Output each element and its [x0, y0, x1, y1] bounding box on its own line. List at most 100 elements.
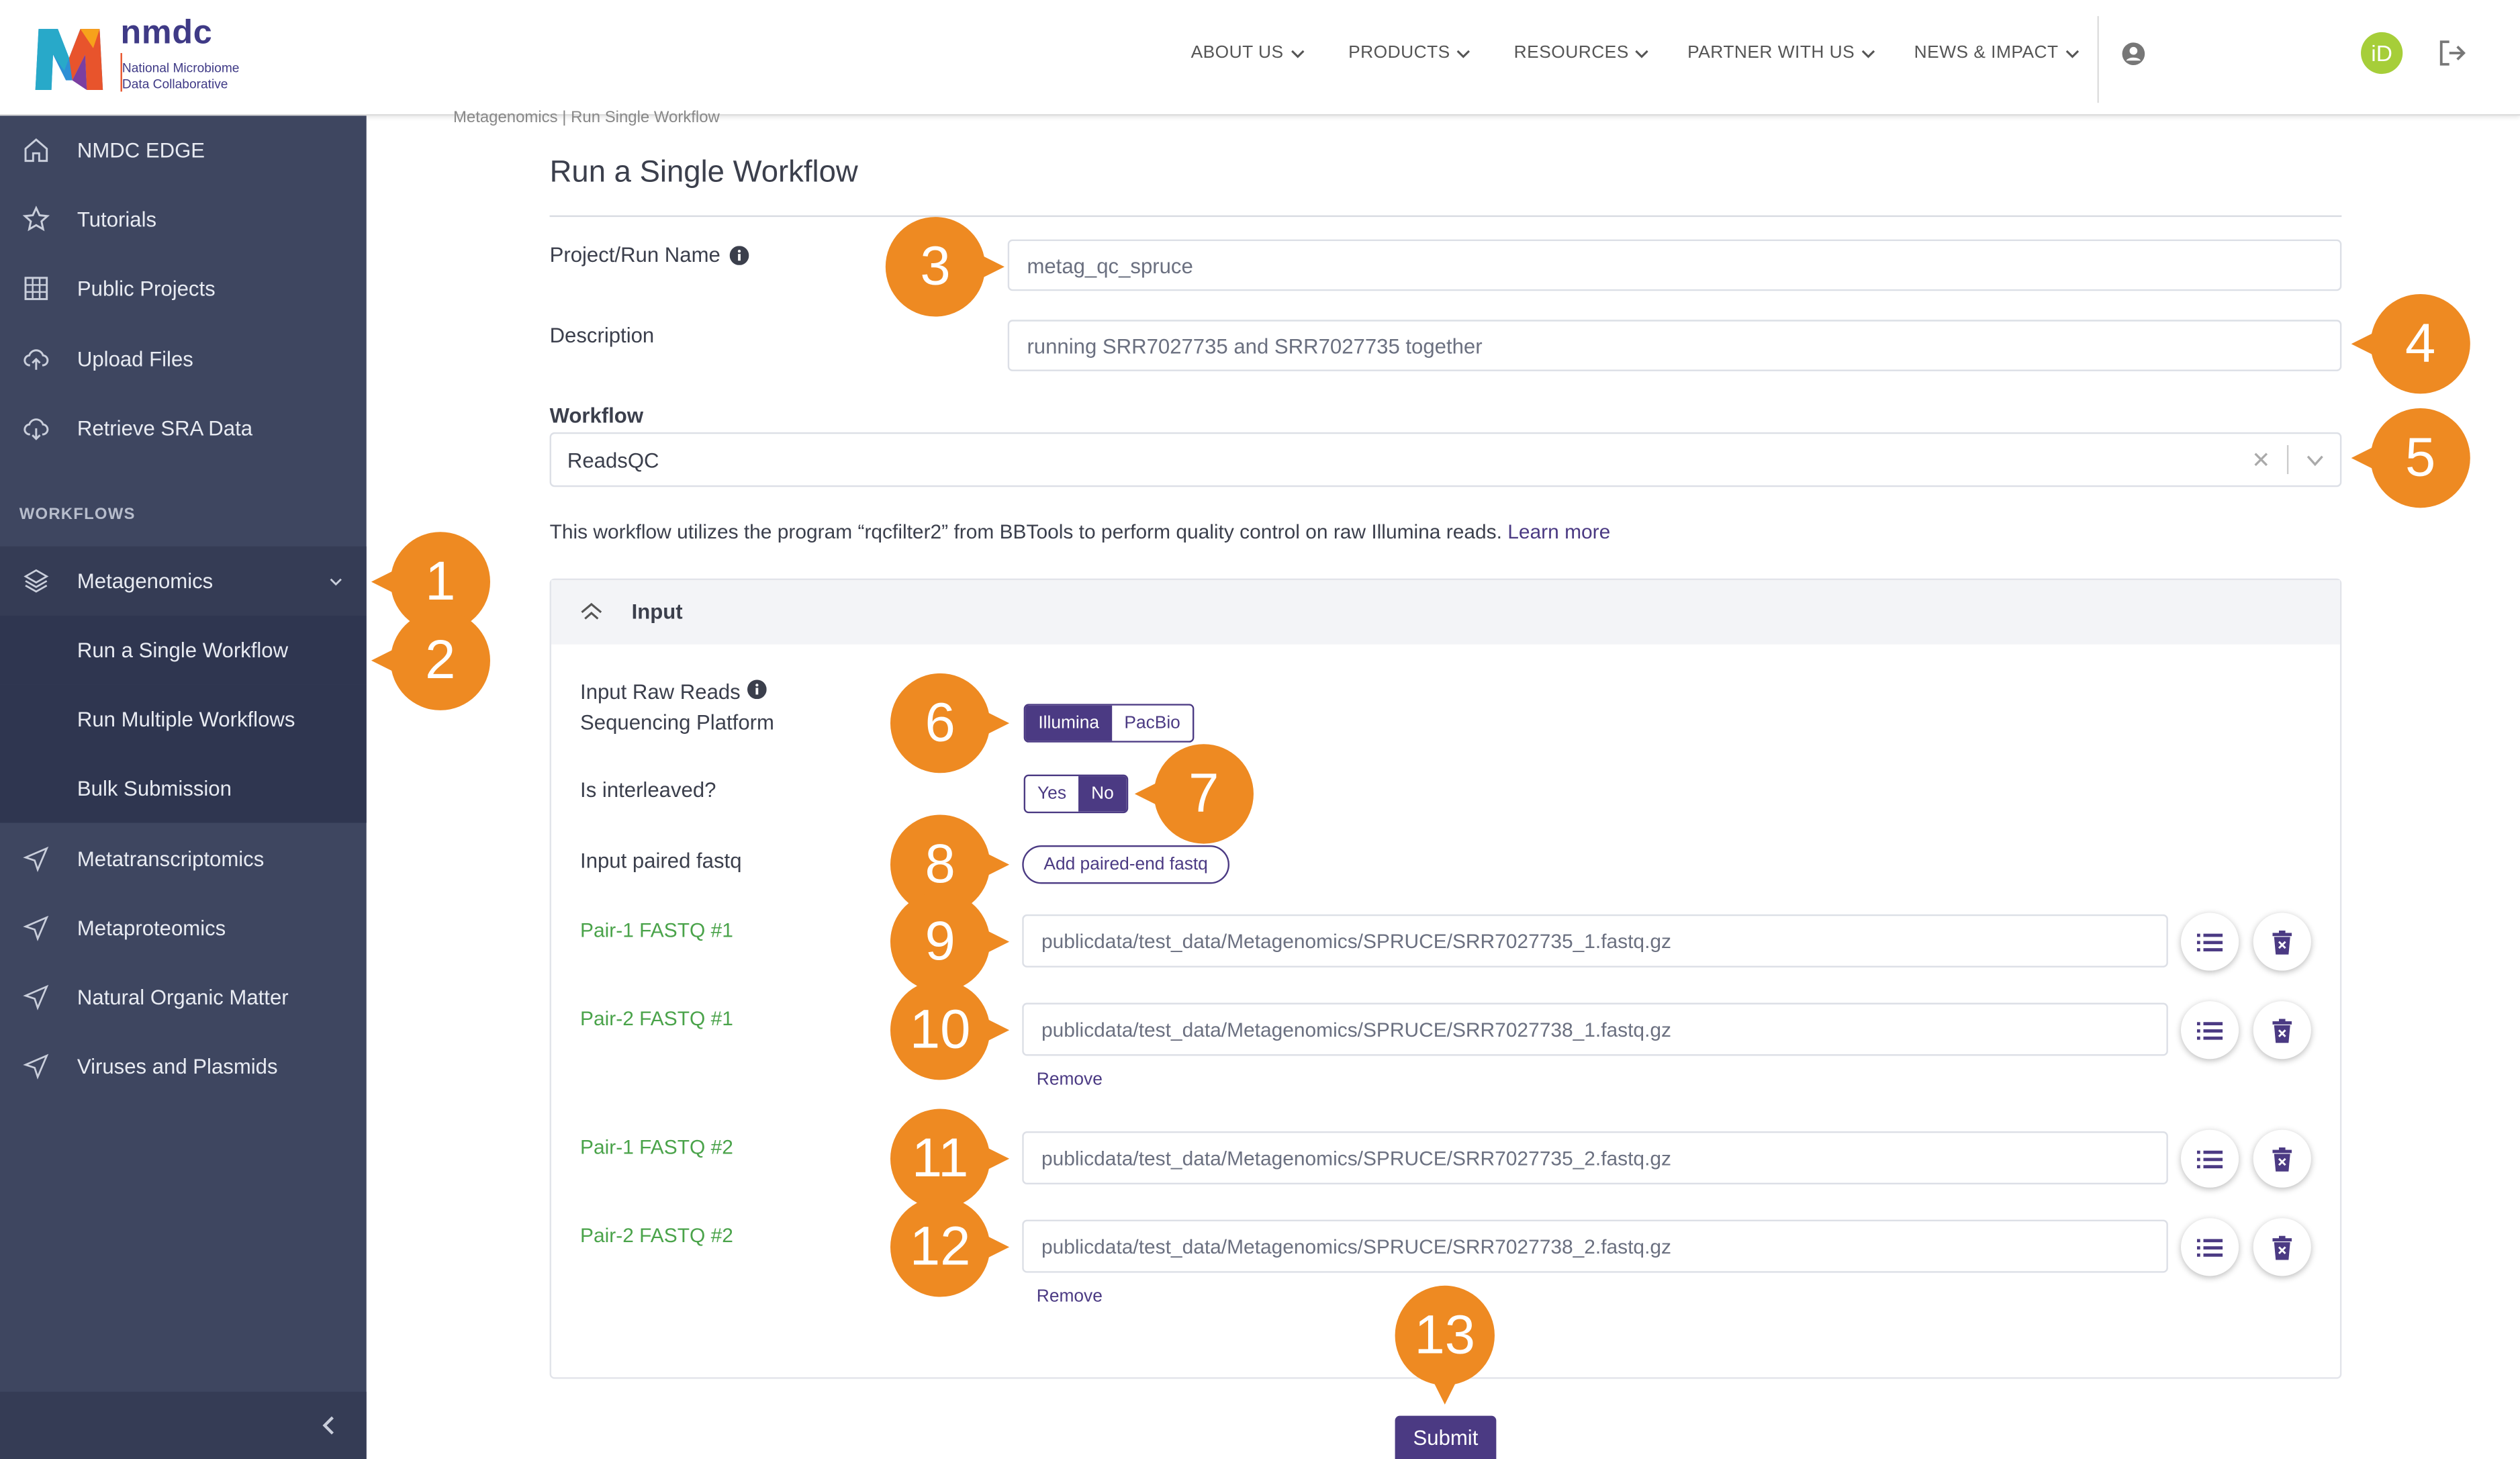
pair1-fastq1-label: Pair-1 FASTQ #1 — [580, 919, 733, 942]
callout-number: 10 — [909, 998, 971, 1060]
delete-file-button[interactable] — [2253, 912, 2311, 971]
sidebar-item-label: Retrieve SRA Data — [77, 416, 253, 440]
callout-number: 9 — [925, 910, 955, 972]
callout-number: 6 — [925, 692, 955, 753]
workflow-label: Workflow — [549, 403, 644, 428]
chevron-left-icon[interactable] — [322, 1416, 338, 1436]
browse-files-button[interactable] — [2180, 1218, 2239, 1276]
nav-label: RESOURCES — [1513, 43, 1629, 63]
send-icon — [23, 846, 49, 872]
callout-5: 5 — [2351, 408, 2470, 508]
pair2-fastq1-input[interactable]: publicdata/test_data/Metagenomics/SPRUCE… — [1022, 1002, 2168, 1056]
chevron-up-icon[interactable] — [580, 602, 603, 622]
info-icon[interactable] — [747, 679, 767, 700]
input-panel-header[interactable] — [551, 580, 2340, 645]
user-circle-icon[interactable] — [2121, 42, 2145, 66]
chevron-down-icon[interactable] — [2306, 453, 2324, 468]
project-name-label: Project/Run Name — [549, 242, 720, 267]
project-name-input[interactable]: metag_qc_spruce — [1007, 239, 2342, 291]
submit-button[interactable]: Submit — [1395, 1415, 1497, 1459]
sidebar-item-metaproteomics[interactable]: Metaproteomics — [0, 894, 367, 963]
trash-icon — [2272, 1018, 2292, 1043]
list-icon — [2196, 1238, 2223, 1256]
remove-pair-1-link[interactable]: Remove — [1037, 1070, 1103, 1090]
nav-news-impact[interactable]: NEWS & IMPACT — [1914, 44, 2080, 62]
platform-label: Input Raw Reads Sequencing Platform — [580, 677, 774, 738]
sidebar-item-upload-files[interactable]: Upload Files — [0, 324, 367, 393]
sidebar-item-label: Upload Files — [77, 346, 193, 371]
callout-6: 6 — [890, 673, 1010, 773]
workflow-select[interactable]: ReadsQC — [549, 432, 2342, 487]
callout-number: 4 — [2405, 312, 2436, 374]
platform-option-illumina[interactable]: Illumina — [1025, 705, 1113, 741]
interleaved-option-yes[interactable]: Yes — [1025, 776, 1079, 812]
nav-partner-with-us[interactable]: PARTNER WITH US — [1687, 44, 1875, 62]
header-divider — [2097, 15, 2099, 103]
callout-number: 1 — [425, 550, 456, 612]
list-icon — [2196, 1149, 2223, 1168]
interleaved-toggle: Yes No — [1023, 774, 1129, 814]
browse-files-button[interactable] — [2180, 1001, 2239, 1060]
sidebar-item-metagenomics[interactable]: Metagenomics — [0, 546, 367, 616]
pair1-fastq2-input[interactable]: publicdata/test_data/Metagenomics/SPRUCE… — [1022, 1131, 2168, 1185]
sidebar-item-label: Metaproteomics — [77, 916, 226, 941]
brand-subtitle-line1: National Microbiome — [122, 60, 240, 76]
sidebar-item-nmdc-edge[interactable]: NMDC EDGE — [0, 115, 367, 185]
platform-label-line2: Sequencing Platform — [580, 710, 774, 735]
sidebar-item-retrieve-sra-data[interactable]: Retrieve SRA Data — [0, 393, 367, 463]
sidebar-item-natural-organic-matter[interactable]: Natural Organic Matter — [0, 963, 367, 1032]
nav-label: ABOUT US — [1191, 43, 1284, 63]
callout-13: 13 — [1395, 1285, 1495, 1405]
sidebar-item-label: Public Projects — [77, 276, 216, 301]
delete-file-button[interactable] — [2253, 1218, 2311, 1276]
description-input[interactable]: running SRR7027735 and SRR7027735 togeth… — [1007, 320, 2342, 371]
orcid-icon[interactable]: iD — [2361, 32, 2403, 75]
brand-subtitle: National Microbiome Data Collaborative — [122, 61, 240, 93]
add-paired-end-fastq-button[interactable]: Add paired-end fastq — [1022, 845, 1230, 884]
sidebar-item-label: NMDC EDGE — [77, 138, 205, 162]
sidebar-item-tutorials[interactable]: Tutorials — [0, 185, 367, 254]
sidebar-subitem-run-multiple-workflows[interactable]: Run Multiple Workflows — [0, 684, 367, 754]
sidebar-item-viruses-and-plasmids[interactable]: Viruses and Plasmids — [0, 1032, 367, 1101]
sidebar-subitem-run-single-workflow[interactable]: Run a Single Workflow — [0, 615, 367, 685]
nav-resources[interactable]: RESOURCES — [1513, 43, 1650, 63]
grid-icon — [24, 277, 48, 300]
breadcrumb[interactable]: Metagenomics | Run Single Workflow — [453, 109, 720, 127]
delete-file-button[interactable] — [2253, 1001, 2311, 1060]
layers-icon — [24, 569, 49, 593]
sidebar-item-label: Run Multiple Workflows — [77, 707, 295, 732]
delete-file-button[interactable] — [2253, 1129, 2311, 1188]
sidebar-collapse-bar[interactable] — [0, 1391, 367, 1459]
callout-7: 7 — [1134, 744, 1254, 844]
remove-pair-2-link[interactable]: Remove — [1037, 1287, 1103, 1307]
browse-files-button[interactable] — [2180, 1129, 2239, 1188]
platform-toggle: Illumina PacBio — [1023, 704, 1195, 743]
workflow-info-text: This workflow utilizes the program “rqcf… — [549, 520, 1502, 544]
sidebar-subitem-bulk-submission[interactable]: Bulk Submission — [0, 753, 367, 823]
pair2-fastq2-input[interactable]: publicdata/test_data/Metagenomics/SPRUCE… — [1022, 1219, 2168, 1273]
learn-more-link[interactable]: Learn more — [1507, 520, 1610, 543]
interleaved-option-no[interactable]: No — [1078, 776, 1127, 812]
callout-number: 3 — [920, 235, 951, 297]
cloud-upload-icon — [24, 349, 49, 370]
browse-files-button[interactable] — [2180, 912, 2239, 971]
cloud-download-icon — [24, 418, 49, 440]
sidebar-item-label: Natural Organic Matter — [77, 985, 289, 1010]
info-icon[interactable] — [729, 246, 749, 265]
nmdc-logo[interactable] — [29, 19, 109, 93]
send-icon — [23, 1053, 49, 1080]
nav-about-us[interactable]: ABOUT US — [1191, 43, 1305, 63]
platform-option-pacbio[interactable]: PacBio — [1112, 705, 1193, 741]
pair1-fastq2-label: Pair-1 FASTQ #2 — [580, 1136, 733, 1159]
interleaved-label: Is interleaved? — [580, 778, 716, 802]
chevron-down-icon — [1291, 49, 1304, 58]
sidebar-item-public-projects[interactable]: Public Projects — [0, 254, 367, 323]
sidebar-item-metatranscriptomics[interactable]: Metatranscriptomics — [0, 825, 367, 894]
clear-icon[interactable]: ✕ — [2251, 446, 2270, 474]
callout-number: 11 — [911, 1127, 969, 1188]
nav-products[interactable]: PRODUCTS — [1348, 44, 1471, 62]
top-header: nmdc National Microbiome Data Collaborat… — [0, 0, 2520, 116]
logout-icon[interactable] — [2437, 37, 2469, 69]
workflow-selected-value: ReadsQC — [567, 447, 659, 472]
pair1-fastq1-input[interactable]: publicdata/test_data/Metagenomics/SPRUCE… — [1022, 914, 2168, 968]
